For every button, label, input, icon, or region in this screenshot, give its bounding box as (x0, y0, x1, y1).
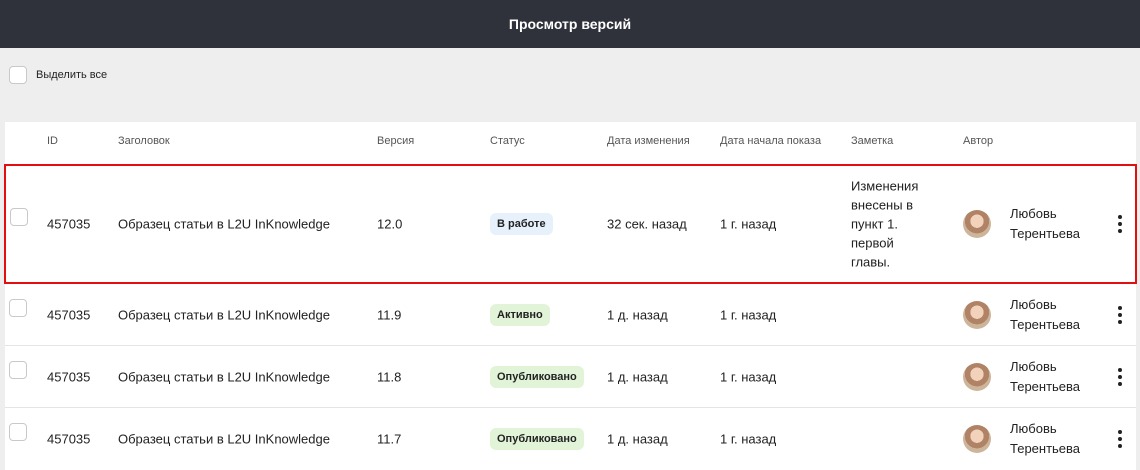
row-changed: 1 д. назад (607, 369, 668, 384)
column-header-show-start[interactable]: Дата начала показа (720, 135, 821, 147)
table-row[interactable]: 457035 Образец статьи в L2U InKnowledge … (5, 284, 1136, 346)
more-vertical-icon[interactable] (1115, 215, 1125, 233)
row-id: 457035 (47, 216, 91, 232)
row-author: Любовь Терентьева (1010, 358, 1081, 394)
status-badge: В работе (490, 213, 553, 235)
row-changed: 1 д. назад (607, 431, 668, 447)
row-show-start: 1 г. назад (720, 431, 777, 447)
avatar (963, 300, 991, 329)
table-row[interactable]: 457035 Образец статьи в L2U InKnowledge … (5, 408, 1136, 470)
versions-table: ID Заголовок Версия Статус Дата изменени… (4, 122, 1137, 470)
status-badge: Опубликовано (490, 428, 584, 450)
column-header-status[interactable]: Статус (490, 135, 525, 147)
row-checkbox[interactable] (9, 360, 27, 379)
row-note: Изменения внесены в пункт 1. первой глав… (851, 178, 919, 270)
row-show-start: 1 г. назад (720, 307, 777, 322)
status-badge: Опубликовано (490, 365, 584, 388)
avatar (963, 362, 991, 391)
row-checkbox[interactable] (9, 298, 27, 317)
row-author: Любовь Терентьева (1010, 206, 1081, 241)
row-show-start: 1 г. назад (720, 369, 777, 384)
row-title[interactable]: Образец статьи в L2U InKnowledge (118, 307, 330, 322)
table-row[interactable]: 457035 Образец статьи в L2U InKnowledge … (4, 164, 1137, 284)
column-header-note[interactable]: Заметка (851, 135, 893, 147)
page-header: Просмотр версий (0, 0, 1140, 48)
table-header: ID Заголовок Версия Статус Дата изменени… (5, 122, 1136, 162)
select-all-label: Выделить все (36, 69, 108, 81)
row-id: 457035 (47, 369, 91, 384)
select-all-checkbox[interactable] (9, 66, 27, 84)
column-header-changed[interactable]: Дата изменения (607, 135, 690, 147)
row-id: 457035 (47, 431, 91, 447)
column-header-id[interactable]: ID (47, 135, 58, 147)
row-checkbox[interactable] (10, 208, 28, 226)
column-header-author[interactable]: Автор (963, 135, 993, 147)
row-version: 11.8 (377, 369, 402, 384)
row-show-start: 1 г. назад (720, 216, 777, 232)
row-version: 11.7 (377, 431, 402, 447)
more-vertical-icon[interactable] (1115, 305, 1125, 324)
row-title[interactable]: Образец статьи в L2U InKnowledge (118, 369, 330, 384)
column-header-version[interactable]: Версия (377, 135, 414, 147)
row-changed: 1 д. назад (607, 307, 668, 322)
more-vertical-icon[interactable] (1115, 367, 1125, 386)
row-author: Любовь Терентьева (1010, 421, 1081, 456)
row-title[interactable]: Образец статьи в L2U InKnowledge (118, 217, 330, 232)
row-author: Любовь Терентьева (1010, 296, 1081, 332)
page-title: Просмотр версий (508, 16, 632, 32)
avatar (963, 210, 991, 238)
status-badge: Активно (490, 303, 550, 326)
select-all[interactable]: Выделить все (9, 66, 107, 84)
row-version: 12.0 (377, 216, 403, 232)
row-version: 11.9 (377, 307, 402, 322)
more-vertical-icon[interactable] (1115, 430, 1125, 448)
avatar (963, 425, 991, 453)
row-title[interactable]: Образец статьи в L2U InKnowledge (118, 432, 330, 447)
row-id: 457035 (47, 307, 91, 322)
row-changed: 32 сек. назад (607, 216, 687, 232)
table-row[interactable]: 457035 Образец статьи в L2U InKnowledge … (5, 346, 1136, 408)
column-header-title[interactable]: Заголовок (118, 135, 170, 147)
row-checkbox[interactable] (9, 423, 27, 441)
